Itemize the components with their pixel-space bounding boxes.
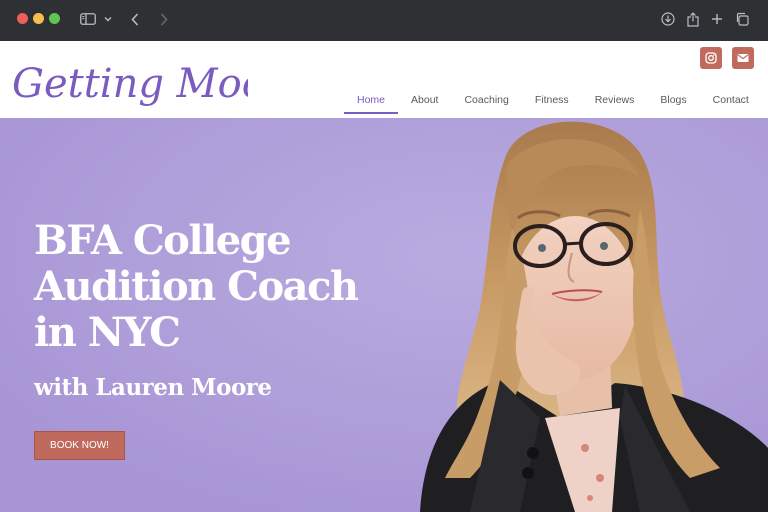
logo-text: Getting Moore [12, 61, 248, 107]
download-icon[interactable] [660, 9, 676, 29]
hero-banner: BFA College Audition Coach in NYC with L… [0, 118, 768, 512]
minimize-window-button[interactable] [33, 13, 44, 24]
instagram-icon [705, 52, 717, 64]
nav-item-contact[interactable]: Contact [700, 92, 762, 114]
tabs-overview-icon[interactable] [734, 9, 750, 29]
close-window-button[interactable] [17, 13, 28, 24]
nav-item-about[interactable]: About [398, 92, 451, 114]
hero-title-line: BFA College [34, 217, 292, 264]
new-tab-icon[interactable] [709, 9, 725, 29]
main-nav: Home About Coaching Fitness Reviews Blog… [344, 92, 762, 118]
zoom-window-button[interactable] [49, 13, 60, 24]
email-icon [737, 54, 749, 62]
nav-item-coaching[interactable]: Coaching [451, 92, 521, 114]
hero-title-line: Audition Coach [34, 263, 359, 310]
back-icon[interactable] [129, 9, 141, 29]
chevron-down-icon[interactable] [103, 9, 113, 29]
browser-toolbar [0, 0, 768, 41]
hero-title: BFA College Audition Coach in NYC [34, 218, 434, 356]
nav-item-home[interactable]: Home [344, 92, 399, 114]
sidebar-toggle-icon[interactable] [79, 9, 97, 29]
book-now-button[interactable]: BOOK NOW! [34, 431, 125, 460]
forward-icon[interactable] [158, 9, 170, 29]
site-header: Getting Moore Home About Coaching Fitnes… [0, 41, 768, 118]
instagram-button[interactable] [700, 47, 722, 69]
hero-title-line: in NYC [34, 309, 181, 356]
logo[interactable]: Getting Moore [8, 41, 248, 118]
nav-item-reviews[interactable]: Reviews [582, 92, 648, 114]
share-icon[interactable] [685, 9, 701, 29]
nav-item-fitness[interactable]: Fitness [522, 92, 582, 114]
nav-item-blogs[interactable]: Blogs [647, 92, 699, 114]
email-button[interactable] [732, 47, 754, 69]
hero-subtitle: with Lauren Moore [34, 374, 272, 401]
